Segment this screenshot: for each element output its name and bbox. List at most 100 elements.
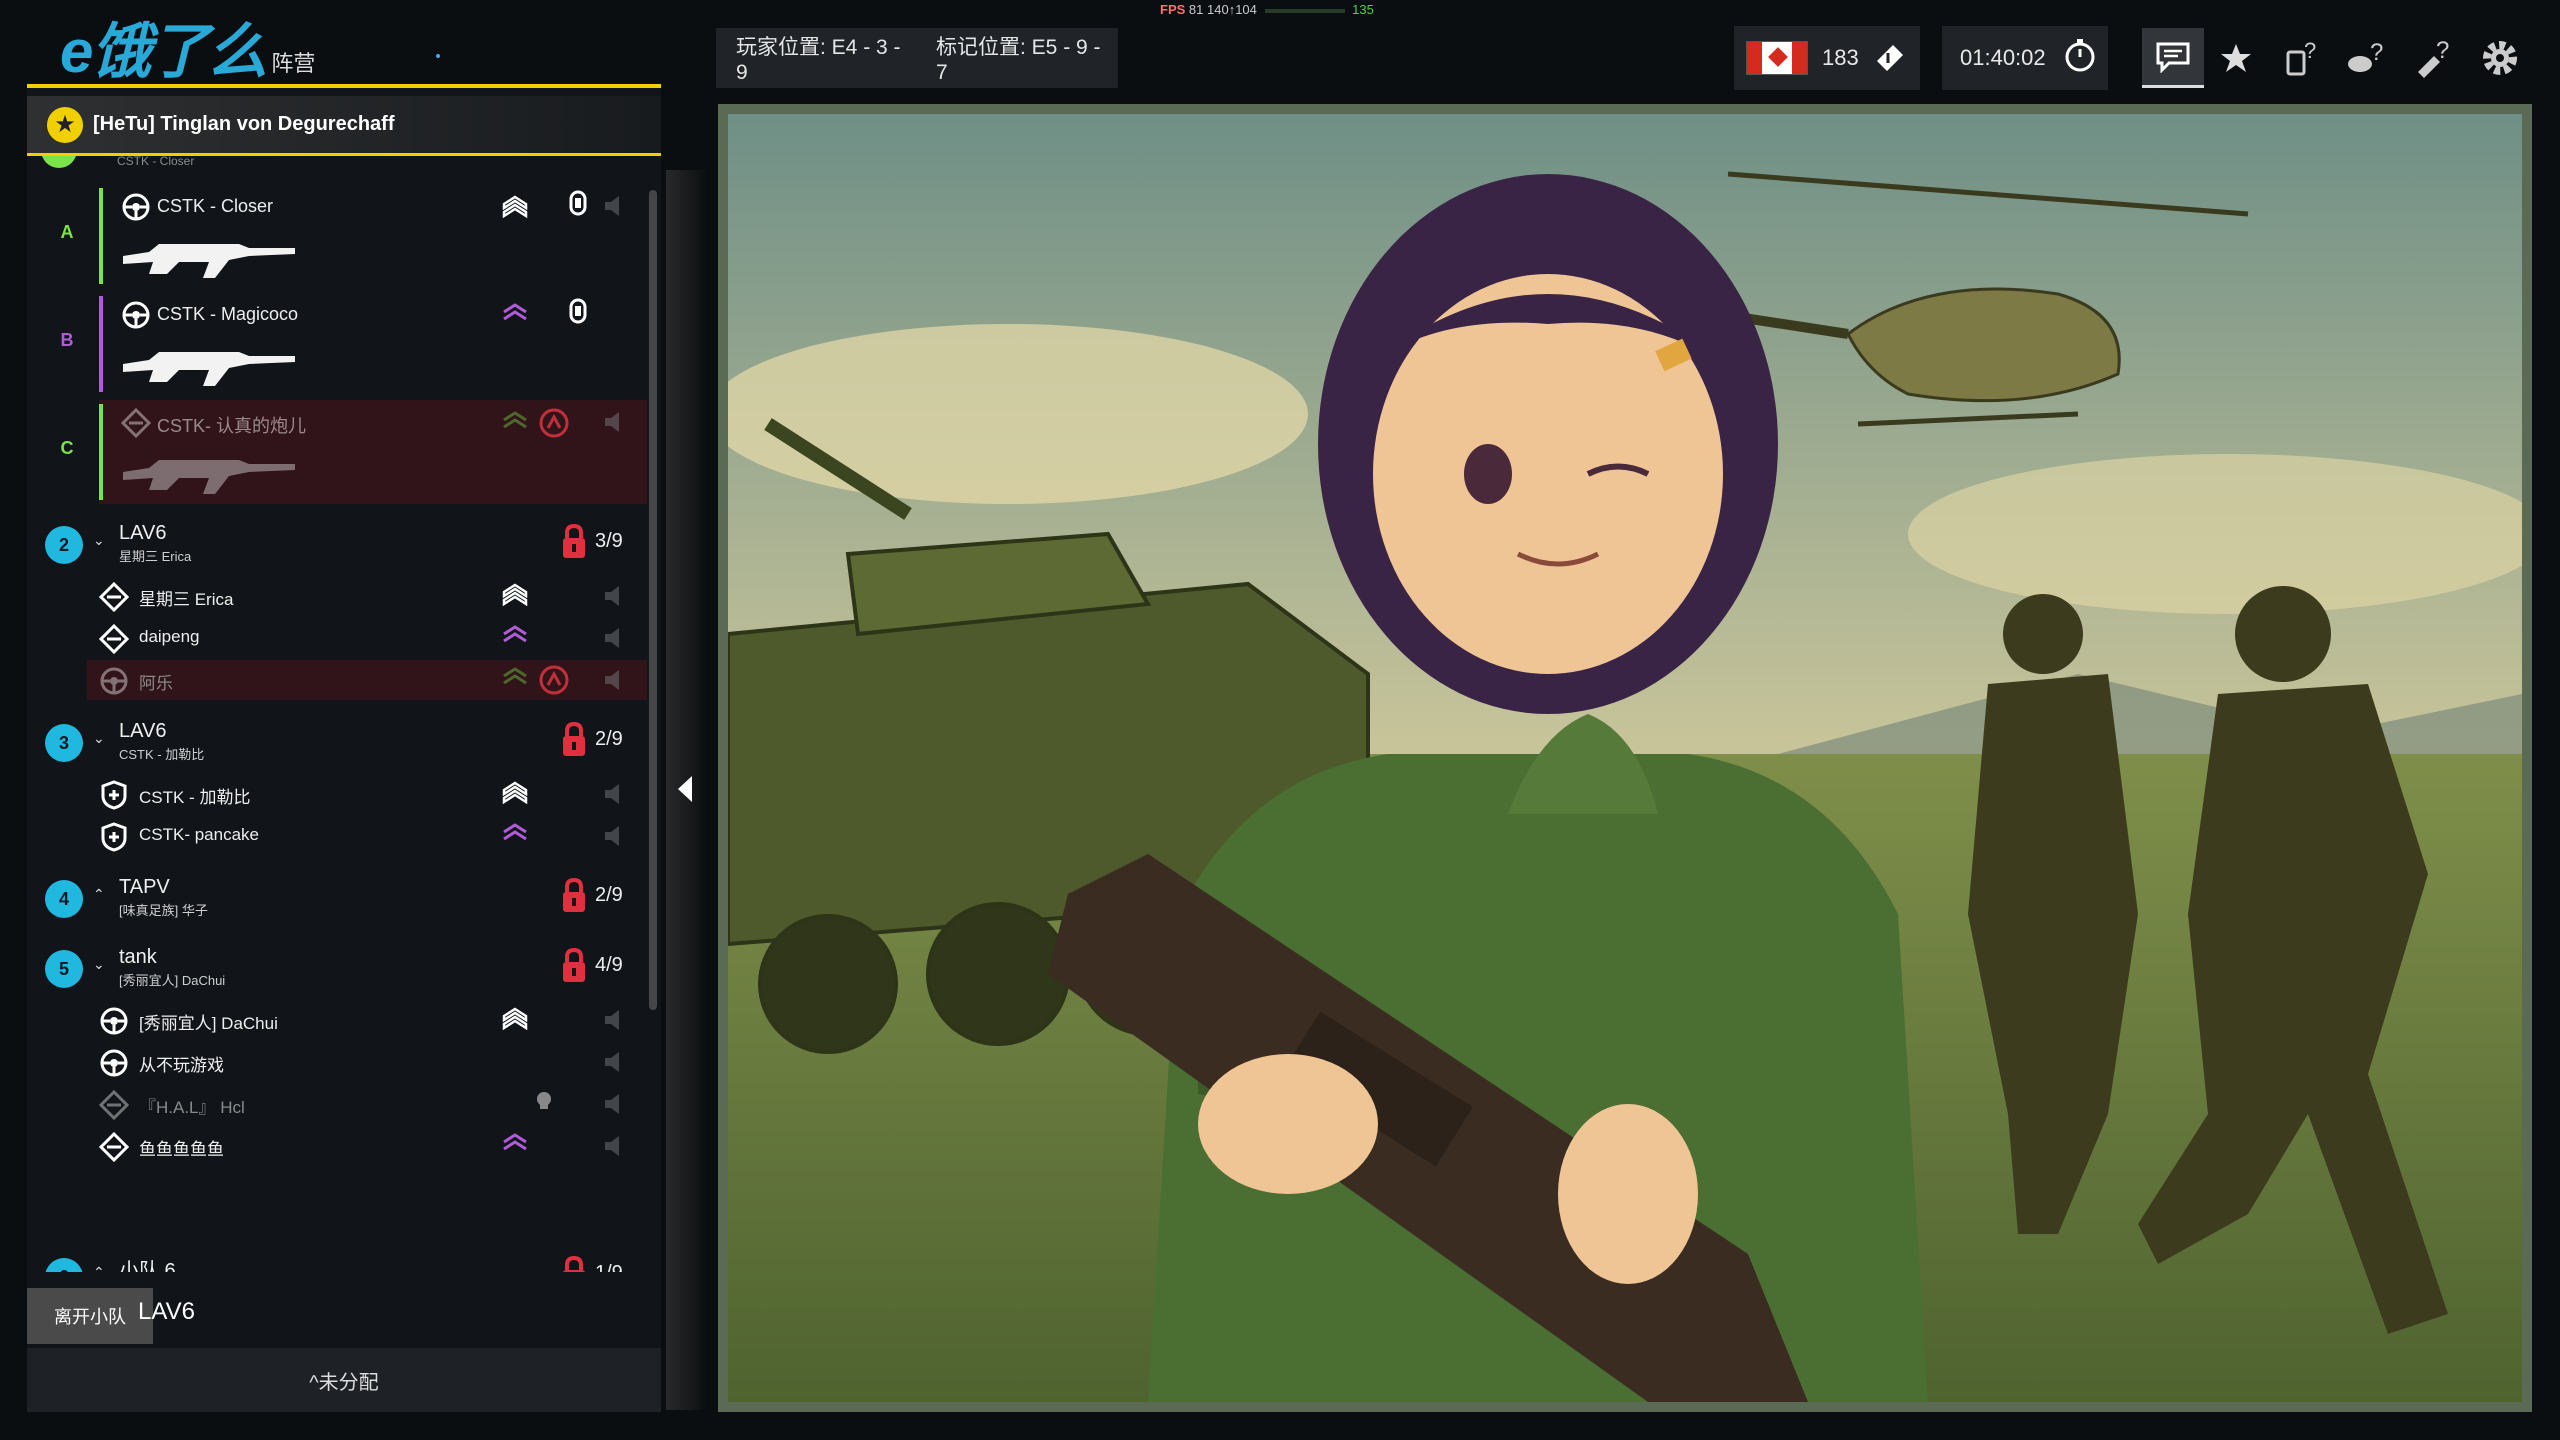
rifle-icon bbox=[119, 234, 299, 285]
speaker-icon[interactable] bbox=[603, 626, 621, 655]
commander-row[interactable]: ★ [HeTu] Tinglan von Degurechaff bbox=[27, 96, 661, 156]
rank-icon bbox=[501, 410, 529, 435]
fireteam-member-name[interactable]: CSTK - Magicoco bbox=[157, 304, 298, 325]
squad-number-badge: 4 bbox=[45, 880, 83, 918]
fireteam-member-name[interactable]: CSTK - Closer bbox=[157, 196, 273, 217]
member-name[interactable]: 阿乐 bbox=[139, 669, 173, 694]
lock-icon[interactable] bbox=[561, 947, 587, 989]
speaker-icon[interactable] bbox=[603, 782, 621, 811]
settings-button[interactable] bbox=[2474, 32, 2526, 84]
rank-icon bbox=[501, 666, 529, 691]
speaker-icon[interactable] bbox=[603, 1134, 621, 1163]
squad-header[interactable]: 6⌃小队 6KILLER-131/9 bbox=[27, 1246, 647, 1272]
squad-member-count: 3/9 bbox=[595, 530, 623, 552]
unassigned-toggle[interactable]: ^未分配 bbox=[27, 1348, 661, 1412]
member-name[interactable]: 星期三 Erica bbox=[139, 585, 233, 610]
fps-extra: 140↑104 bbox=[1207, 2, 1257, 17]
speaker-icon[interactable] bbox=[603, 668, 621, 697]
rifle-icon bbox=[119, 342, 299, 393]
report-button[interactable]: ? bbox=[2276, 32, 2328, 84]
squad-header[interactable]: 5 ⌄ tank [秀丽宜人] DaChui 4/9 bbox=[27, 938, 647, 998]
squad-list-scrollbar[interactable] bbox=[649, 190, 657, 1010]
rank-icon bbox=[501, 780, 529, 813]
fps-label: FPS bbox=[1160, 2, 1186, 17]
squad-header[interactable]: 3 ⌄ LAV6 CSTK - 加勒比 2/9 bbox=[27, 712, 647, 772]
leave-squad-button[interactable]: 离开小队 bbox=[27, 1288, 153, 1344]
svg-text:?: ? bbox=[2370, 39, 2383, 66]
squad-leader: [味真足族] 华子 bbox=[119, 903, 208, 918]
member-role-icon bbox=[98, 623, 130, 659]
squad-expand-chevron-icon[interactable]: ⌄ bbox=[93, 532, 105, 549]
svg-text:?: ? bbox=[2436, 38, 2449, 64]
squad-name: 小队 6 bbox=[119, 1260, 176, 1272]
fps-green-value: 135 bbox=[1352, 2, 1374, 17]
help-icon: ? bbox=[2348, 39, 2383, 72]
rank-icon bbox=[501, 1132, 529, 1157]
tools-button[interactable]: ? bbox=[2408, 32, 2460, 84]
squad-header[interactable]: 2 ⌄ LAV6 星期三 Erica 3/9 bbox=[27, 514, 647, 574]
squad-number-badge: 3 bbox=[45, 724, 83, 762]
position-readout: 玩家位置: E4 - 3 - 9 标记位置: E5 - 9 - 7 bbox=[716, 28, 1118, 88]
squad-expand-chevron-icon[interactable]: ⌄ bbox=[93, 956, 105, 973]
speaker-icon[interactable] bbox=[603, 1092, 621, 1121]
rank-icon bbox=[501, 1006, 529, 1039]
member-role-icon bbox=[98, 1089, 130, 1125]
member-role-icon bbox=[99, 666, 129, 701]
fireteam-letter: A bbox=[60, 222, 74, 242]
ticket-count: 183 bbox=[1822, 45, 1859, 70]
squad-member-count: 2/9 bbox=[595, 728, 623, 750]
chat-button[interactable] bbox=[2142, 28, 2204, 88]
squad-expand-chevron-icon[interactable]: ⌄ bbox=[93, 730, 105, 747]
rifle-icon bbox=[119, 450, 299, 501]
member-name[interactable]: daipeng bbox=[139, 627, 200, 647]
commander-name: [HeTu] Tinglan von Degurechaff bbox=[93, 113, 395, 135]
speaker-icon[interactable] bbox=[603, 584, 621, 613]
svg-text:?: ? bbox=[2304, 38, 2316, 63]
favorite-button[interactable] bbox=[2210, 32, 2262, 84]
current-squad-name: LAV6 bbox=[138, 1298, 195, 1325]
fps-value: 81 bbox=[1188, 2, 1204, 17]
member-role-icon bbox=[98, 581, 130, 617]
member-name[interactable]: 『H.A.L』 Hcl bbox=[139, 1093, 245, 1118]
canada-flag-icon bbox=[1746, 41, 1808, 75]
speaker-icon[interactable] bbox=[603, 824, 621, 853]
help-button[interactable]: ? bbox=[2342, 32, 2394, 84]
faction-label: 阵营 bbox=[271, 51, 316, 76]
squad-number-badge bbox=[41, 156, 77, 168]
squad-expand-chevron-icon[interactable]: ⌃ bbox=[93, 886, 105, 903]
speaker-icon[interactable] bbox=[603, 1008, 621, 1037]
member-name[interactable]: 从不玩游戏 bbox=[139, 1051, 224, 1076]
rank-icon bbox=[533, 1090, 555, 1117]
fireteam-member-name[interactable]: CSTK- 认真的炮儿 bbox=[157, 412, 306, 438]
dead-status-icon bbox=[539, 665, 569, 700]
rank-icon bbox=[501, 302, 529, 327]
lock-icon[interactable] bbox=[561, 523, 587, 565]
rank-icon bbox=[501, 194, 529, 227]
gear-icon bbox=[2483, 41, 2517, 75]
speaker-icon[interactable] bbox=[603, 410, 621, 439]
match-timer: 01:40:02 bbox=[1942, 26, 2108, 90]
squad-member-count: 2/9 bbox=[595, 884, 623, 906]
squad-expand-chevron-icon[interactable]: ⌃ bbox=[93, 1264, 105, 1272]
squad-leader: 星期三 Erica bbox=[119, 549, 192, 564]
member-name[interactable]: 鱼鱼鱼鱼鱼 bbox=[139, 1135, 224, 1160]
panel-accent-line bbox=[27, 84, 661, 88]
member-name[interactable]: CSTK - 加勒比 bbox=[139, 783, 250, 808]
lock-icon[interactable] bbox=[561, 877, 587, 919]
rank-icon bbox=[501, 822, 529, 847]
collapse-arrow-icon[interactable] bbox=[678, 776, 692, 802]
member-role-icon bbox=[120, 407, 152, 443]
mic-icon bbox=[567, 296, 589, 337]
squad-list[interactable]: CSTK - Closer A CSTK - Closer B CSTK - Magic… bbox=[27, 156, 647, 1272]
squad-header[interactable]: 4 ⌃ TAPV [味真足族] 华子 2/9 bbox=[27, 868, 647, 928]
lock-icon[interactable] bbox=[561, 1255, 587, 1272]
speaker-icon[interactable] bbox=[603, 1050, 621, 1079]
speaker-icon[interactable] bbox=[603, 194, 621, 223]
member-name[interactable]: [秀丽宜人] DaChui bbox=[139, 1009, 278, 1034]
member-name[interactable]: CSTK- pancake bbox=[139, 825, 259, 845]
soldier-artwork bbox=[728, 114, 2522, 1402]
chat-icon bbox=[2156, 42, 2190, 73]
marker-position: 标记位置: E5 - 9 - 7 bbox=[936, 36, 1101, 84]
brand-logo: e饿了么 bbox=[60, 18, 267, 85]
lock-icon[interactable] bbox=[561, 721, 587, 763]
